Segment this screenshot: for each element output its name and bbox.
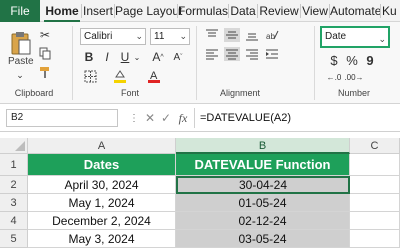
tab-file[interactable]: File (0, 0, 40, 22)
fill-color-icon[interactable] (112, 68, 128, 84)
align-top-icon[interactable] (204, 28, 220, 42)
paste-button-label[interactable]: Paste (8, 56, 34, 67)
column-header-b[interactable]: B (176, 138, 350, 154)
cell-a2[interactable]: April 30, 2024 (28, 176, 176, 194)
group-separator (314, 26, 315, 100)
cell-b2-selected[interactable]: 30-04-24 (176, 176, 350, 194)
tab-review[interactable]: Review (258, 0, 300, 22)
cell-c2[interactable] (350, 176, 400, 194)
chevron-down-icon: ⌄ (378, 34, 386, 44)
chevron-down-icon[interactable]: ⌄ (132, 49, 142, 65)
clipboard-group-label: Clipboard (14, 88, 54, 98)
align-bottom-icon[interactable] (244, 28, 260, 42)
chevron-down-icon: ⌄ (135, 31, 143, 41)
cell-b5[interactable]: 03-05-24 (176, 230, 350, 248)
cell-a3[interactable]: May 1, 2024 (28, 194, 176, 212)
number-format-value: Date (325, 31, 347, 42)
cell-c5[interactable] (350, 230, 400, 248)
orientation-icon[interactable]: ab (264, 28, 280, 42)
cell-b4[interactable]: 02-12-24 (176, 212, 350, 230)
align-center-icon[interactable] (224, 47, 240, 61)
formula-divider (194, 108, 195, 128)
font-name-value: Calibri (84, 31, 113, 42)
format-painter-icon[interactable] (38, 65, 52, 79)
tab-formulas[interactable]: Formulas (178, 0, 228, 22)
row-header-1[interactable]: 1 (0, 154, 28, 176)
tab-automate[interactable]: Automate (330, 0, 381, 22)
cell-c1[interactable] (350, 154, 400, 176)
more-icon[interactable]: ⋮ (128, 110, 140, 126)
number-group-label: Number (337, 88, 370, 98)
font-size-dropdown[interactable]: 11 ⌄ (150, 28, 190, 45)
enter-icon[interactable]: ✓ (160, 110, 172, 126)
ribbon: Paste ⌄ ✂ Clipboard Calibri ⌄ 11 ⌄ B I U… (0, 22, 400, 104)
indent-icon[interactable] (264, 47, 280, 61)
formula-bar: B2 ⋮ ✕ ✓ fx =DATEVALUE(A2) (0, 104, 400, 132)
align-left-icon[interactable] (204, 47, 220, 61)
row-header-2[interactable]: 2 (0, 176, 28, 194)
paste-icon[interactable] (10, 30, 32, 56)
font-group-label: Font (120, 88, 139, 98)
group-separator (196, 26, 197, 100)
select-all-corner[interactable] (0, 138, 28, 154)
comma-style-button[interactable]: 9 (362, 52, 378, 68)
tab-page-layout[interactable]: Page Layout (115, 0, 182, 22)
formula-input[interactable]: =DATEVALUE(A2) (200, 112, 291, 124)
cell-a5[interactable]: May 3, 2024 (28, 230, 176, 248)
tab-data[interactable]: Data (229, 0, 257, 22)
increase-decimal-icon[interactable]: ←.0 (326, 70, 342, 84)
cut-icon[interactable]: ✂ (38, 28, 52, 42)
header-cell-datevalue[interactable]: DATEVALUE Function (176, 154, 350, 176)
cell-c3[interactable] (350, 194, 400, 212)
tab-insert[interactable]: Insert (82, 0, 114, 22)
font-size-value: 11 (154, 31, 165, 42)
cell-a4[interactable]: December 2, 2024 (28, 212, 176, 230)
ribbon-tab-bar: File Home Insert Page Layout Formulas Da… (0, 0, 400, 22)
align-middle-icon[interactable] (224, 28, 240, 42)
increase-font-icon[interactable]: A ^ (150, 49, 166, 65)
cancel-icon[interactable]: ✕ (144, 110, 156, 126)
tab-home[interactable]: Home (44, 0, 80, 22)
align-right-icon[interactable] (244, 47, 260, 61)
percent-button[interactable]: % (344, 52, 360, 68)
column-header-c[interactable]: C (350, 138, 400, 154)
chevron-down-icon: ⌄ (179, 31, 187, 41)
row-header-5[interactable]: 5 (0, 230, 28, 248)
row-header-3[interactable]: 3 (0, 194, 28, 212)
alignment-group-label: Alignment (219, 88, 261, 98)
number-format-dropdown[interactable]: Date ⌄ (320, 26, 390, 48)
font-color-icon[interactable]: A (146, 68, 162, 84)
italic-icon[interactable]: I (100, 49, 114, 65)
tab-separator (380, 4, 381, 18)
column-header-a[interactable]: A (28, 138, 176, 154)
tab-view[interactable]: View (301, 0, 329, 22)
cell-c4[interactable] (350, 212, 400, 230)
font-name-dropdown[interactable]: Calibri ⌄ (80, 28, 146, 45)
decrease-decimal-icon[interactable]: .00→ (344, 70, 363, 84)
cell-b3[interactable]: 01-05-24 (176, 194, 350, 212)
currency-button[interactable]: $ (326, 52, 342, 68)
chevron-down-icon[interactable]: ⌄ (13, 70, 27, 80)
tab-ku[interactable]: Ku (382, 0, 400, 22)
header-cell-dates[interactable]: Dates (28, 154, 176, 176)
row-header-4[interactable]: 4 (0, 212, 28, 230)
underline-icon[interactable]: U (118, 49, 132, 65)
svg-text:ab: ab (266, 32, 275, 41)
bold-icon[interactable]: B (82, 49, 96, 65)
insert-function-button[interactable]: fx (176, 110, 190, 126)
group-separator (72, 26, 73, 100)
borders-icon[interactable] (82, 68, 98, 84)
name-box[interactable]: B2 (6, 109, 118, 127)
decrease-font-icon[interactable]: Aˇ (170, 49, 186, 65)
copy-icon[interactable] (38, 46, 52, 60)
